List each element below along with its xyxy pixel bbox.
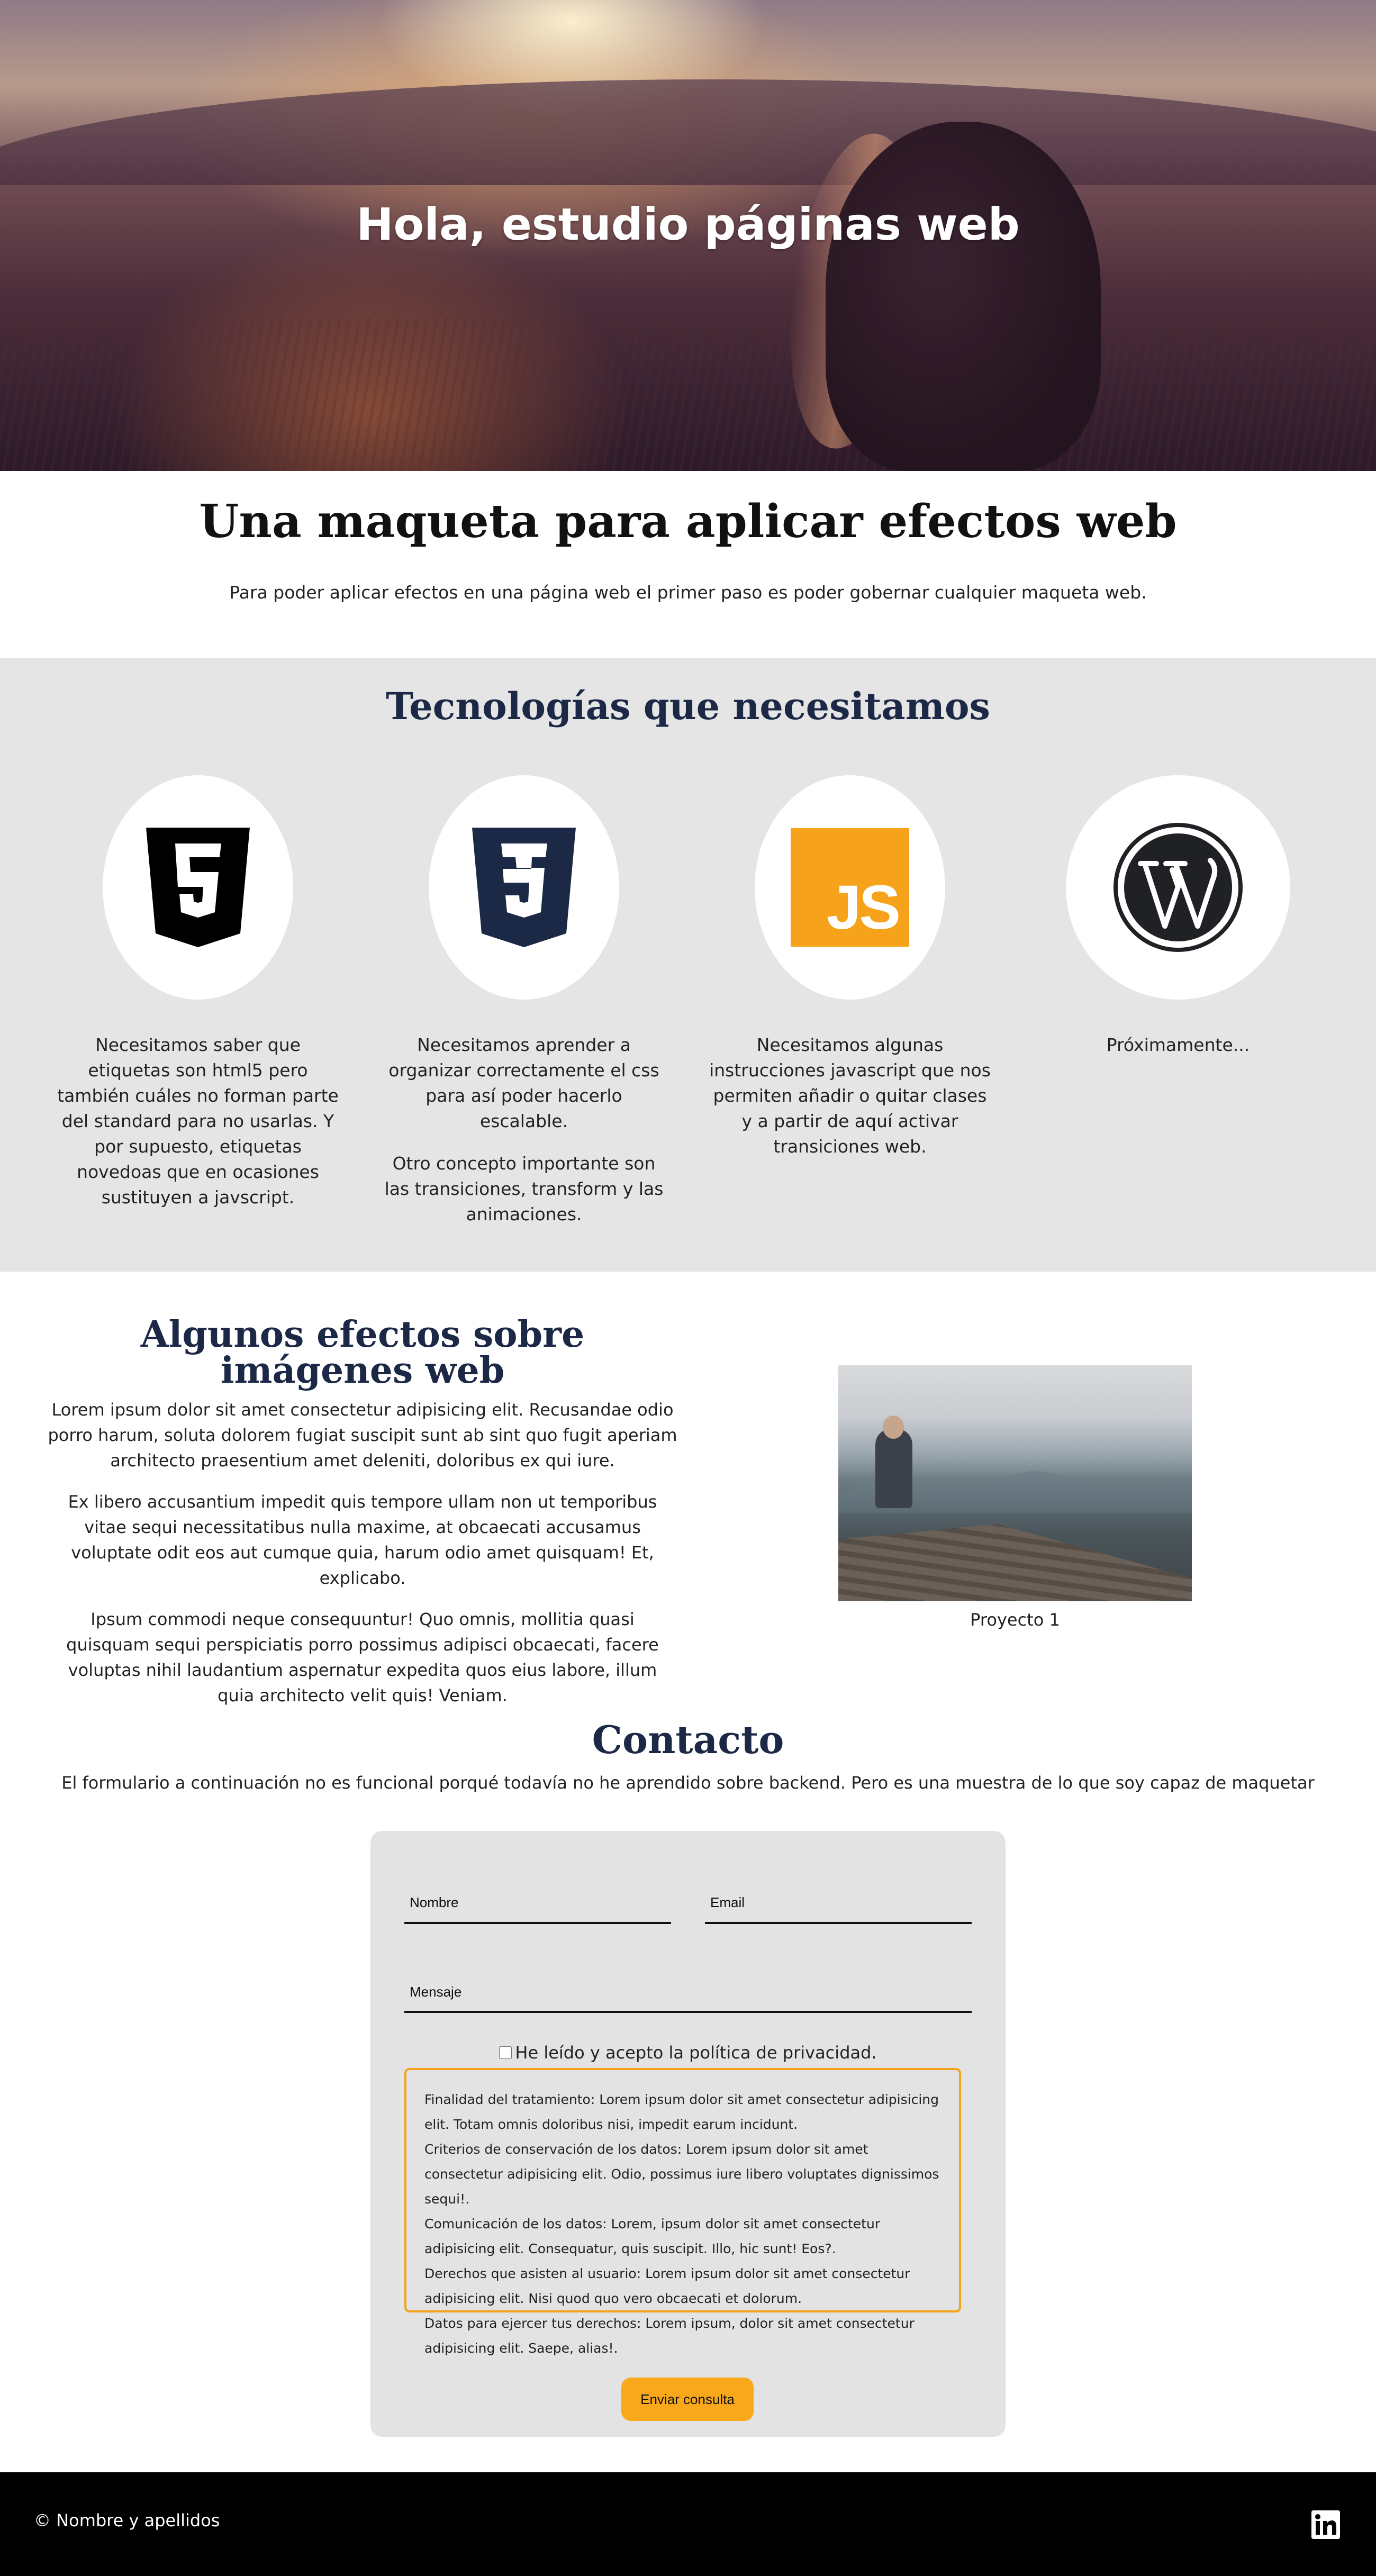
technologies-section: Tecnologías que necesitamos Necesitamos … xyxy=(0,658,1376,1272)
javascript-icon: JS xyxy=(791,828,909,947)
intro-text: Para poder aplicar efectos en una página… xyxy=(229,582,1147,603)
policy-line: Finalidad del tratamiento: Lorem ipsum d… xyxy=(424,2092,939,2132)
privacy-consent: He leído y acepto la política de privaci… xyxy=(370,2043,1006,2063)
effects-title: Algunos efectos sobre imágenes web xyxy=(140,1313,585,1392)
contact-form: He leído y acepto la política de privaci… xyxy=(370,1831,1006,2437)
hero-silhouette xyxy=(826,122,1101,471)
tech-item-css3: Necesitamos aprender a organizar correct… xyxy=(381,775,667,1244)
project-card[interactable]: Proyecto 1 xyxy=(838,1365,1192,1630)
tech-paragraph: Próximamente... xyxy=(1106,1035,1250,1055)
privacy-checkbox[interactable] xyxy=(499,2046,512,2059)
tech-circle: JS xyxy=(755,775,945,1000)
project-image[interactable] xyxy=(838,1365,1192,1601)
contact-title: Contacto xyxy=(592,1717,784,1762)
project-image-wall xyxy=(838,1524,1192,1601)
tech-text: Necesitamos saber que etiquetas son html… xyxy=(55,1032,341,1210)
privacy-policy-box: Finalidad del tratamiento: Lorem ipsum d… xyxy=(404,2068,961,2356)
effects-paragraph: Ipsum commodi neque consequuntur! Quo om… xyxy=(66,1609,659,1706)
name-field[interactable] xyxy=(404,1889,671,1924)
effects-paragraph: Lorem ipsum dolor sit amet consectetur a… xyxy=(48,1400,677,1471)
effects-paragraph: Ex libero accusantium impedit quis tempo… xyxy=(68,1492,657,1588)
tech-circle xyxy=(1066,775,1290,1000)
submit-button[interactable]: Enviar consulta xyxy=(621,2378,754,2421)
policy-line: Datos para ejercer tus derechos: Lorem i… xyxy=(424,2316,915,2356)
contact-text: El formulario a continuación no es funci… xyxy=(61,1773,1315,1793)
tech-text: Necesitamos aprender a organizar correct… xyxy=(381,1032,667,1227)
css3-icon xyxy=(472,828,576,947)
linkedin-icon[interactable] xyxy=(1311,2510,1340,2539)
tech-paragraph: Necesitamos aprender a organizar correct… xyxy=(388,1035,659,1131)
policy-line: Criterios de conservación de los datos: … xyxy=(424,2142,939,2207)
hero-mountain xyxy=(0,79,1376,185)
tech-paragraph: Necesitamos algunas instrucciones javasc… xyxy=(709,1035,991,1157)
hero-grass xyxy=(0,318,1376,471)
tech-text: Próximamente... xyxy=(1035,1032,1321,1058)
project-image-person-head xyxy=(883,1416,904,1439)
footer-copyright: © Nombre y apellidos xyxy=(34,2510,220,2530)
tech-paragraph: Otro concepto importante son las transic… xyxy=(384,1153,664,1224)
policy-line: Derechos que asisten al usuario: Lorem i… xyxy=(424,2266,910,2306)
hero-banner: Hola, estudio páginas web xyxy=(0,0,1376,471)
project-caption: Proyecto 1 xyxy=(970,1610,1060,1630)
linkedin-glyph xyxy=(1311,2510,1340,2539)
html5-icon xyxy=(146,828,250,947)
message-field[interactable] xyxy=(404,1979,972,2013)
tech-circle xyxy=(103,775,293,1000)
tech-text: Necesitamos algunas instrucciones javasc… xyxy=(707,1032,993,1159)
email-field[interactable] xyxy=(705,1889,972,1924)
tech-paragraph: Necesitamos saber que etiquetas son html… xyxy=(57,1035,339,1208)
tech-item-html5: Necesitamos saber que etiquetas son html… xyxy=(55,775,341,1227)
project-image-person xyxy=(875,1429,912,1508)
tech-item-wordpress: Próximamente... xyxy=(1035,775,1321,1075)
hero-title: Hola, estudio páginas web xyxy=(356,198,1020,250)
wordpress-icon xyxy=(1114,823,1243,952)
footer: © Nombre y apellidos xyxy=(0,2472,1376,2576)
tech-circle xyxy=(429,775,619,1000)
javascript-icon-label: JS xyxy=(826,873,901,942)
privacy-label: He leído y acepto la política de privaci… xyxy=(515,2043,877,2063)
intro-title: Una maqueta para aplicar efectos web xyxy=(199,495,1177,548)
effects-text: Lorem ipsum dolor sit amet consectetur a… xyxy=(48,1397,677,1724)
technologies-title: Tecnologías que necesitamos xyxy=(386,684,990,728)
tech-item-javascript: JS Necesitamos algunas instrucciones jav… xyxy=(707,775,993,1176)
policy-line: Comunicación de los datos: Lorem, ipsum … xyxy=(424,2216,881,2256)
